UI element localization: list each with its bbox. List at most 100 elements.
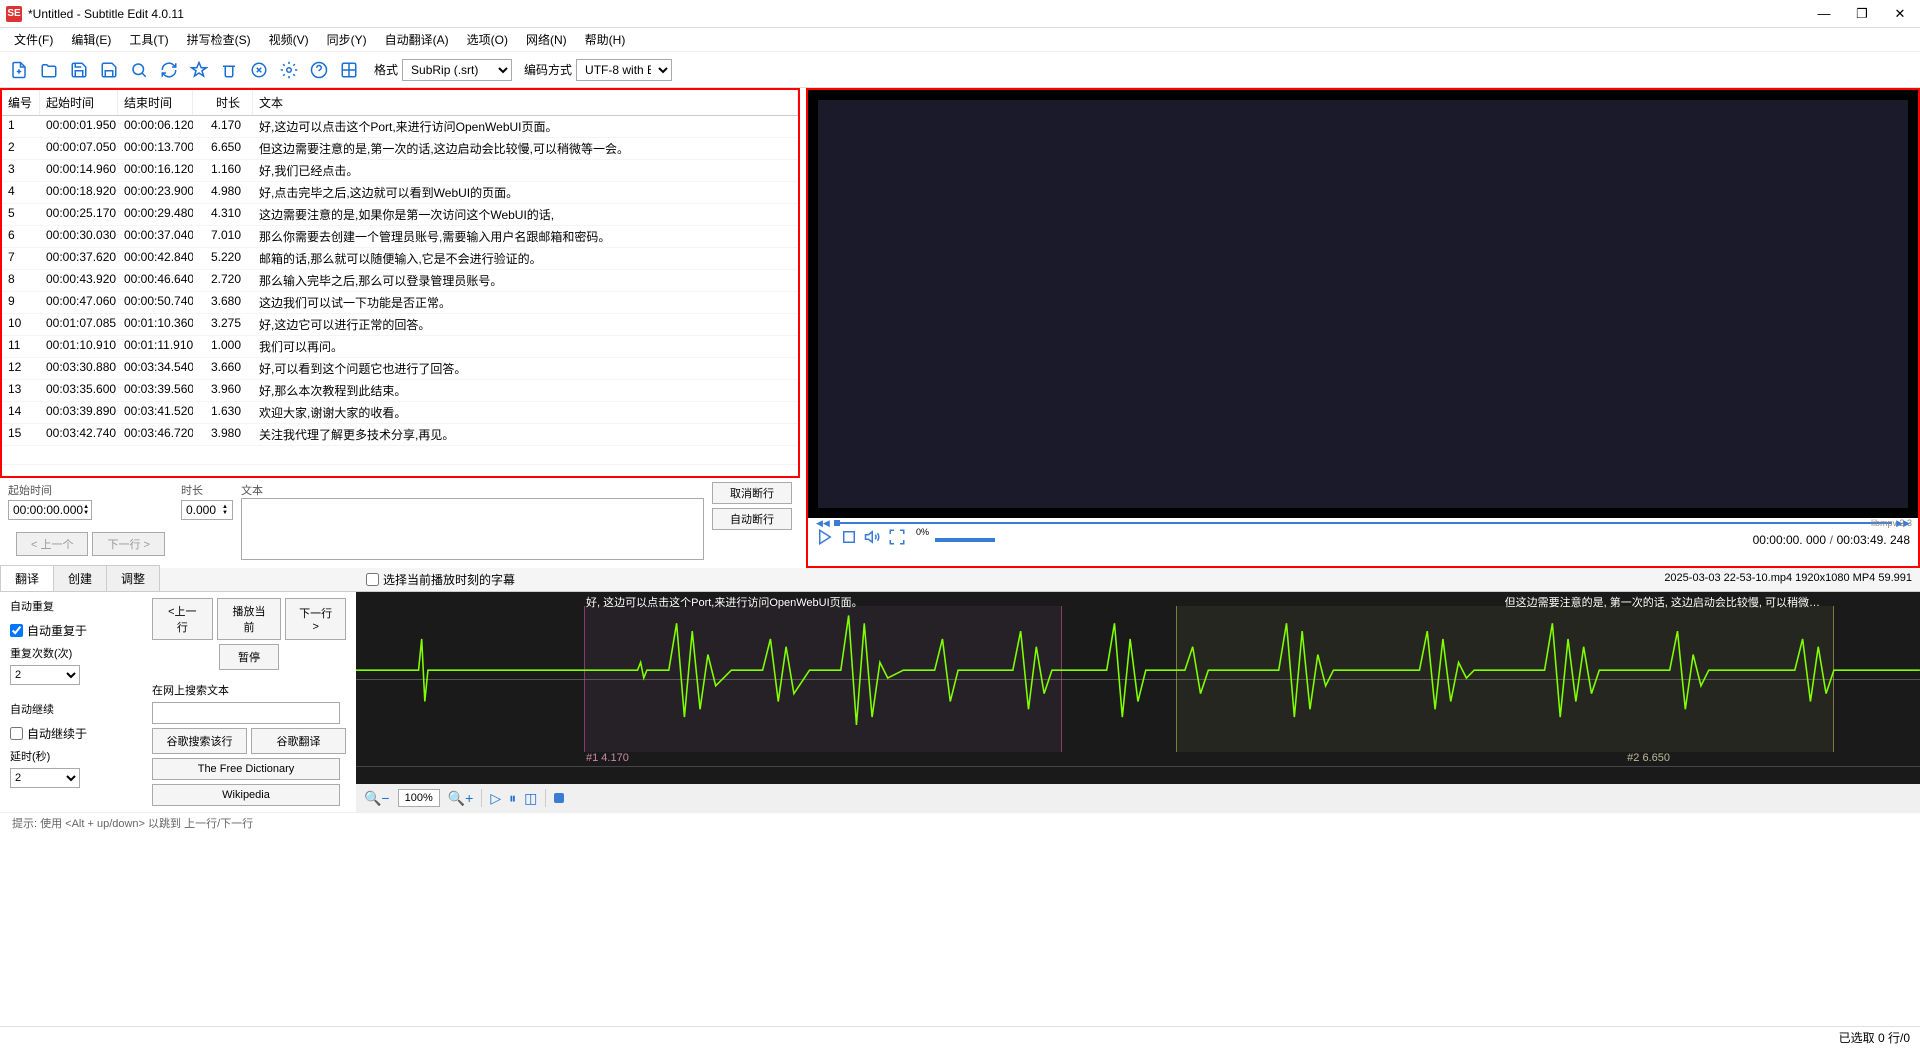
prev-line-button[interactable]: < 上一个 xyxy=(16,532,88,556)
settings-icon[interactable] xyxy=(276,57,302,83)
auto-break-button[interactable]: 自动断行 xyxy=(712,508,792,530)
wave-new-icon[interactable]: ◫ xyxy=(524,790,537,807)
video-pct: 0% xyxy=(916,527,929,537)
tab-adjust[interactable]: 调整 xyxy=(106,565,160,591)
table-row[interactable]: 300:00:14.96000:00:16.1201.160好,我们已经点击。 xyxy=(2,160,798,182)
tp-play-button[interactable]: 播放当前 xyxy=(217,598,282,640)
menu-bar: 文件(F) 编辑(E) 工具(T) 拼写检查(S) 视频(V) 同步(Y) 自动… xyxy=(0,28,1920,52)
delay-select[interactable]: 2 xyxy=(10,768,80,788)
wave-seg-2: #2 6.650 xyxy=(1627,752,1670,764)
header-start[interactable]: 起始时间 xyxy=(40,90,118,115)
rewind-icon[interactable]: ◀◀ xyxy=(816,518,830,529)
table-row[interactable]: 1200:03:30.88000:03:34.5403.660好,可以看到这个问… xyxy=(2,358,798,380)
table-row[interactable]: 200:00:07.05000:00:13.7006.650但这边需要注意的是,… xyxy=(2,138,798,160)
wave-marker-icon[interactable] xyxy=(554,793,564,803)
tp-prev-button[interactable]: <上一行 xyxy=(152,598,213,640)
video-progress-bar[interactable] xyxy=(834,522,1892,524)
google-search-button[interactable]: 谷歌搜索该行 xyxy=(152,728,247,754)
table-row[interactable]: 600:00:30.03000:00:37.0407.010那么你需要去创建一个… xyxy=(2,226,798,248)
waveform-area: 好, 这边可以点击这个Port,来进行访问OpenWebUI页面。 但这边需要注… xyxy=(356,592,1920,812)
table-row[interactable]: 400:00:18.92000:00:23.9004.980好,点击完毕之后,这… xyxy=(2,182,798,204)
menu-sync[interactable]: 同步(Y) xyxy=(319,29,375,50)
zoom-out-icon[interactable]: 🔍− xyxy=(364,790,390,807)
open-file-icon[interactable] xyxy=(36,57,62,83)
text-input[interactable] xyxy=(241,498,704,560)
table-row[interactable]: 500:00:25.17000:00:29.4804.310这边需要注意的是,如… xyxy=(2,204,798,226)
table-row[interactable]: 900:00:47.06000:00:50.7403.680这边我们可以试一下功… xyxy=(2,292,798,314)
next-line-button[interactable]: 下一行 > xyxy=(92,532,164,556)
repeat-count-select[interactable]: 2 xyxy=(10,665,80,685)
mute-icon[interactable] xyxy=(864,528,882,551)
menu-tools[interactable]: 工具(T) xyxy=(121,29,176,50)
tab-create[interactable]: 创建 xyxy=(53,565,107,591)
menu-autotranslate[interactable]: 自动翻译(A) xyxy=(377,29,457,50)
tab-translate[interactable]: 翻译 xyxy=(0,565,54,591)
auto-repeat-checkbox[interactable] xyxy=(10,624,23,637)
save-as-icon[interactable] xyxy=(96,57,122,83)
fullscreen-icon[interactable] xyxy=(888,528,906,551)
table-row[interactable]: 100:00:01.95000:00:06.1204.170好,这边可以点击这个… xyxy=(2,116,798,138)
maximize-button[interactable]: ❐ xyxy=(1850,6,1874,22)
stop-icon[interactable] xyxy=(840,528,858,551)
remove-text-icon[interactable] xyxy=(216,57,242,83)
search-icon[interactable] xyxy=(126,57,152,83)
zoom-level[interactable]: 100% xyxy=(398,789,440,807)
toolbar: 格式 SubRip (.srt) 编码方式 UTF-8 with BOM xyxy=(0,52,1920,88)
translate-panel: 自动重复 自动重复于 重复次数(次) 2 自动继续 自动继续于 延时(秒) 2 … xyxy=(0,592,356,812)
close-button[interactable]: ✕ xyxy=(1888,6,1912,22)
subtitle-grid[interactable]: 编号 起始时间 结束时间 时长 文本 100:00:01.95000:00:06… xyxy=(0,88,800,478)
cancel-break-button[interactable]: 取消断行 xyxy=(712,482,792,504)
header-number[interactable]: 编号 xyxy=(2,90,40,115)
zoom-in-icon[interactable]: 🔍+ xyxy=(448,790,474,807)
table-row[interactable]: 1500:03:42.74000:03:46.7203.980关注我代理了解更多… xyxy=(2,424,798,446)
encoding-select[interactable]: UTF-8 with BOM xyxy=(576,59,672,81)
table-row[interactable]: 1000:01:07.08500:01:10.3603.275好,这边它可以进行… xyxy=(2,314,798,336)
auto-repeat-label: 自动重复于 xyxy=(27,622,87,639)
selection-status: 已选取 0 行/0 xyxy=(1839,1029,1910,1046)
tab-row: 翻译 创建 调整 选择当前播放时刻的字幕 2025-03-03 22-53-10… xyxy=(0,568,1920,592)
select-current-checkbox[interactable] xyxy=(366,573,379,586)
header-text[interactable]: 文本 xyxy=(253,90,798,115)
replace-icon[interactable] xyxy=(156,57,182,83)
app-icon: SE xyxy=(6,6,22,22)
header-duration[interactable]: 时长 xyxy=(193,90,253,115)
header-end[interactable]: 结束时间 xyxy=(118,90,193,115)
video-time-display: 00:00:00. 000 / 00:03:49. 248 xyxy=(1753,532,1910,547)
help-icon[interactable] xyxy=(306,57,332,83)
start-time-input[interactable]: 00:00:00.000▲▼ xyxy=(8,500,92,520)
search-input[interactable] xyxy=(152,702,340,724)
wave-pause-icon[interactable]: ⏸ xyxy=(509,790,516,807)
auto-continue-checkbox[interactable] xyxy=(10,727,23,740)
format-select[interactable]: SubRip (.srt) xyxy=(402,59,512,81)
save-icon[interactable] xyxy=(66,57,92,83)
video-display[interactable] xyxy=(808,90,1918,518)
table-row[interactable]: 800:00:43.92000:00:46.6402.720那么输入完毕之后,那… xyxy=(2,270,798,292)
visual-sync-icon[interactable] xyxy=(246,57,272,83)
table-row[interactable]: 700:00:37.62000:00:42.8405.220邮箱的话,那么就可以… xyxy=(2,248,798,270)
menu-help[interactable]: 帮助(H) xyxy=(577,29,634,50)
menu-network[interactable]: 网络(N) xyxy=(518,29,575,50)
menu-video[interactable]: 视频(V) xyxy=(261,29,317,50)
waveform-ruler xyxy=(356,766,1920,784)
wave-play-icon[interactable]: ▷ xyxy=(490,790,501,807)
dictionary-button[interactable]: The Free Dictionary xyxy=(152,758,340,780)
duration-input[interactable]: 0.000▲▼ xyxy=(181,500,233,520)
menu-spellcheck[interactable]: 拼写检查(S) xyxy=(179,29,259,50)
minimize-button[interactable]: — xyxy=(1812,6,1836,22)
new-file-icon[interactable] xyxy=(6,57,32,83)
tp-pause-button[interactable]: 暂停 xyxy=(219,644,279,670)
play-icon[interactable] xyxy=(816,528,834,551)
menu-file[interactable]: 文件(F) xyxy=(6,29,61,50)
table-row[interactable]: 1400:03:39.89000:03:41.5201.630欢迎大家,谢谢大家… xyxy=(2,402,798,424)
table-row[interactable]: 1100:01:10.91000:01:11.9101.000我们可以再问。 xyxy=(2,336,798,358)
waveform-canvas[interactable]: 好, 这边可以点击这个Port,来进行访问OpenWebUI页面。 但这边需要注… xyxy=(356,592,1920,766)
wikipedia-button[interactable]: Wikipedia xyxy=(152,784,340,806)
google-translate-button[interactable]: 谷歌翻译 xyxy=(251,728,346,754)
table-row[interactable]: 1300:03:35.60000:03:39.5603.960好,那么本次教程到… xyxy=(2,380,798,402)
layout-icon[interactable] xyxy=(336,57,362,83)
menu-edit[interactable]: 编辑(E) xyxy=(63,29,119,50)
volume-slider[interactable] xyxy=(935,538,995,542)
fix-icon[interactable] xyxy=(186,57,212,83)
tp-next-button[interactable]: 下一行> xyxy=(285,598,346,640)
menu-options[interactable]: 选项(O) xyxy=(459,29,516,50)
